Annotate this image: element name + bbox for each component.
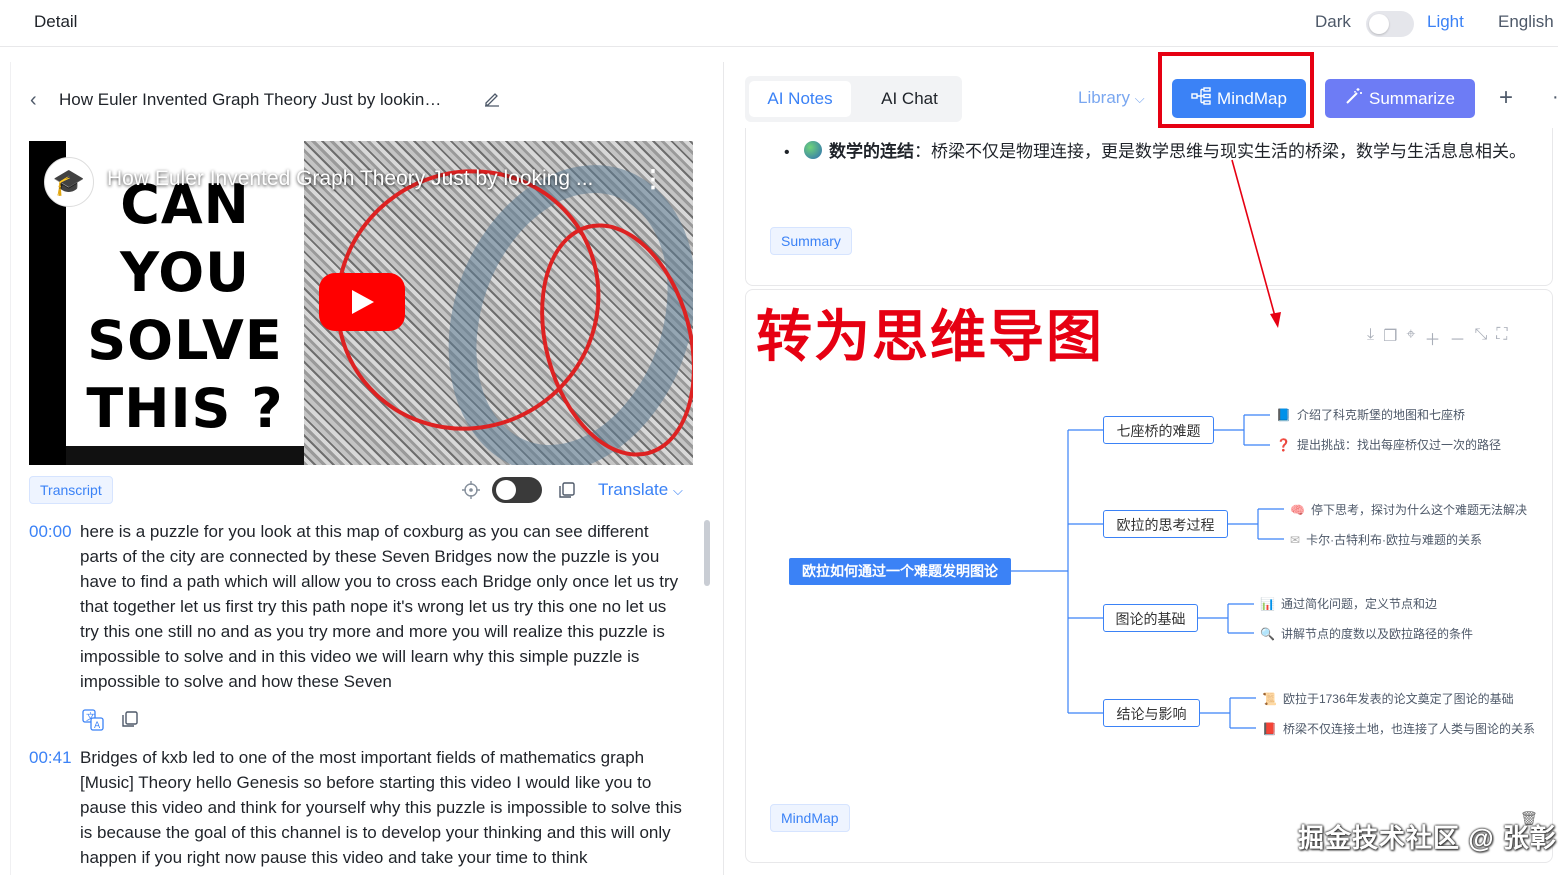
thumbnail-text: CAN YOU SOLVE THIS ?	[86, 173, 284, 440]
paragraph-actions: 文A	[82, 709, 140, 736]
mindmap-leaf-node[interactable]: 📊 通过简化问题，定义节点和边	[1260, 595, 1437, 612]
collapse-icon[interactable]: ⤡	[1474, 326, 1487, 350]
transcript-tag[interactable]: Transcript	[29, 476, 113, 504]
copy-icon[interactable]	[557, 480, 577, 505]
svg-text:A: A	[94, 721, 101, 731]
add-button[interactable]: +	[1499, 84, 1513, 112]
leaf-text: 提出挑战：找出每座桥仅过一次的路径	[1296, 438, 1501, 452]
note-item: 数学的连结：桥梁不仅是物理连接，更是数学思维与现实生活的桥梁，数学与生活息息相关…	[829, 136, 1529, 167]
mindmap-leaf-node[interactable]: ❓ 提出挑战：找出每座桥仅过一次的路径	[1276, 436, 1501, 453]
mindmap-branch-node[interactable]: 欧拉的思考过程	[1103, 510, 1228, 538]
translate-dropdown[interactable]: Translate ⌵	[598, 480, 683, 500]
note-heading: 数学的连结	[829, 142, 914, 161]
toggle-knob	[1369, 14, 1389, 34]
locate-pin-icon[interactable]: ⌖	[1406, 326, 1415, 350]
fullscreen-icon[interactable]: ⛶	[1496, 326, 1507, 350]
scroll-icon: 📜	[1262, 691, 1277, 706]
zoom-in-icon[interactable]: ＋	[1424, 326, 1440, 350]
video-player[interactable]: CAN YOU SOLVE THIS ? 🎓 How Euler Invente…	[29, 141, 693, 465]
mindmap-tag[interactable]: MindMap	[770, 804, 850, 832]
leaf-text: 欧拉于1736年发表的论文奠定了图论的基础	[1282, 692, 1514, 706]
translate-icon[interactable]: 文A	[82, 709, 104, 736]
leaf-text: 讲解节点的度数以及欧拉路径的条件	[1280, 627, 1473, 641]
translate-label: Translate	[598, 480, 669, 499]
language-selector[interactable]: English	[1498, 12, 1554, 32]
leaf-text: 卡尔·古特利布·欧拉与难题的关系	[1306, 533, 1483, 547]
scrollbar[interactable]	[704, 520, 710, 586]
mindmap-root-node[interactable]: 欧拉如何通过一个难题发明图论	[789, 558, 1011, 585]
transcript-paragraph: Bridges of kxb led to one of the most im…	[80, 748, 682, 867]
mindmap-leaf-node[interactable]: 🔍 讲解节点的度数以及欧拉路径的条件	[1260, 625, 1473, 642]
mindmap-branch-node[interactable]: 结论与影响	[1103, 699, 1200, 727]
chevron-down-icon: ⌵	[672, 483, 683, 498]
locate-icon[interactable]	[461, 480, 481, 505]
more-icon[interactable]: ·	[1552, 86, 1558, 109]
summary-tag[interactable]: Summary	[770, 227, 852, 255]
edit-icon[interactable]	[482, 88, 502, 113]
brain-icon: 🧠	[1290, 502, 1305, 517]
mindmap-toolbar: ⤓ ❐ ⌖ ＋ － ⤡ ⛶	[1367, 326, 1507, 350]
leaf-text: 通过简化问题，定义节点和边	[1280, 597, 1437, 611]
more-vertical-icon[interactable]: ⋮	[641, 165, 665, 194]
mail-icon: ✉	[1290, 532, 1301, 547]
mindmap-leaf-node[interactable]: 📕 桥梁不仅连接土地，也连接了人类与图论的关系	[1262, 720, 1535, 737]
back-chevron-icon[interactable]: ‹	[30, 89, 37, 112]
leaf-text: 桥梁不仅连接土地，也连接了人类与图论的关系	[1282, 722, 1535, 736]
mindmap-leaf-node[interactable]: 🧠 停下思考，探讨为什么这个难题无法解决	[1290, 501, 1527, 518]
chevron-down-icon: ⌵	[1134, 91, 1145, 106]
theme-toggle[interactable]	[1366, 11, 1414, 37]
mindmap-leaf-node[interactable]: 📜 欧拉于1736年发表的论文奠定了图论的基础	[1262, 690, 1514, 707]
leaf-text: 停下思考，探讨为什么这个难题无法解决	[1310, 503, 1527, 517]
download-icon[interactable]: ⤓	[1367, 326, 1374, 350]
annotation-text: 转为思维导图	[756, 304, 1104, 370]
mindmap-branch-node[interactable]: 七座桥的难题	[1103, 416, 1214, 444]
magnifier-icon: 🔍	[1260, 626, 1275, 641]
copy-icon[interactable]: ❐	[1383, 326, 1397, 350]
map-icon: 📘	[1276, 407, 1291, 422]
copy-icon[interactable]	[120, 709, 140, 736]
summarize-label: Summarize	[1369, 88, 1455, 108]
transcript-paragraph: here is a puzzle for you look at this ma…	[80, 522, 679, 691]
summarize-button[interactable]: Summarize	[1325, 79, 1475, 118]
tab-ai-notes[interactable]: AI Notes	[749, 81, 851, 117]
timestamp-link[interactable]: 00:00	[29, 522, 72, 542]
chart-icon: 📊	[1260, 596, 1275, 611]
leaf-text: 介绍了科克斯堡的地图和七座桥	[1296, 408, 1465, 422]
mindmap-leaf-node[interactable]: ✉ 卡尔·古特利布·欧拉与难题的关系	[1290, 531, 1482, 548]
play-button[interactable]	[319, 273, 405, 331]
channel-avatar[interactable]: 🎓	[44, 157, 94, 207]
mindmap-branch-node[interactable]: 图论的基础	[1103, 604, 1198, 632]
page-title: Detail	[34, 12, 78, 31]
mindmap-leaf-node[interactable]: 📘 介绍了科克斯堡的地图和七座桥	[1276, 406, 1465, 423]
note-body: ：桥梁不仅是物理连接，更是数学思维与现实生活的桥梁，数学与生活息息相关。	[914, 142, 1526, 161]
book-icon: 📕	[1262, 721, 1277, 736]
globe-icon	[804, 141, 822, 159]
auto-scroll-toggle[interactable]	[492, 477, 542, 503]
bullet-icon: •	[784, 144, 790, 161]
dark-theme-label: Dark	[1315, 12, 1351, 31]
magic-wand-icon	[1345, 87, 1363, 110]
zoom-out-icon[interactable]: －	[1449, 326, 1465, 350]
timestamp-link[interactable]: 00:41	[29, 748, 72, 768]
tab-ai-chat[interactable]: AI Chat	[862, 81, 957, 117]
watermark: 掘金技术社区 @ 张彰	[1298, 823, 1557, 853]
light-theme-label: Light	[1427, 12, 1464, 31]
toggle-knob	[496, 480, 516, 500]
highlight-box	[1158, 52, 1314, 128]
question-icon: ❓	[1276, 437, 1291, 452]
video-overlay-title[interactable]: How Euler Invented Graph Theory Just by …	[107, 167, 593, 191]
library-dropdown[interactable]: Library ⌵	[1078, 88, 1145, 108]
video-title: How Euler Invented Graph Theory Just by …	[59, 90, 442, 109]
library-label: Library	[1078, 88, 1130, 107]
